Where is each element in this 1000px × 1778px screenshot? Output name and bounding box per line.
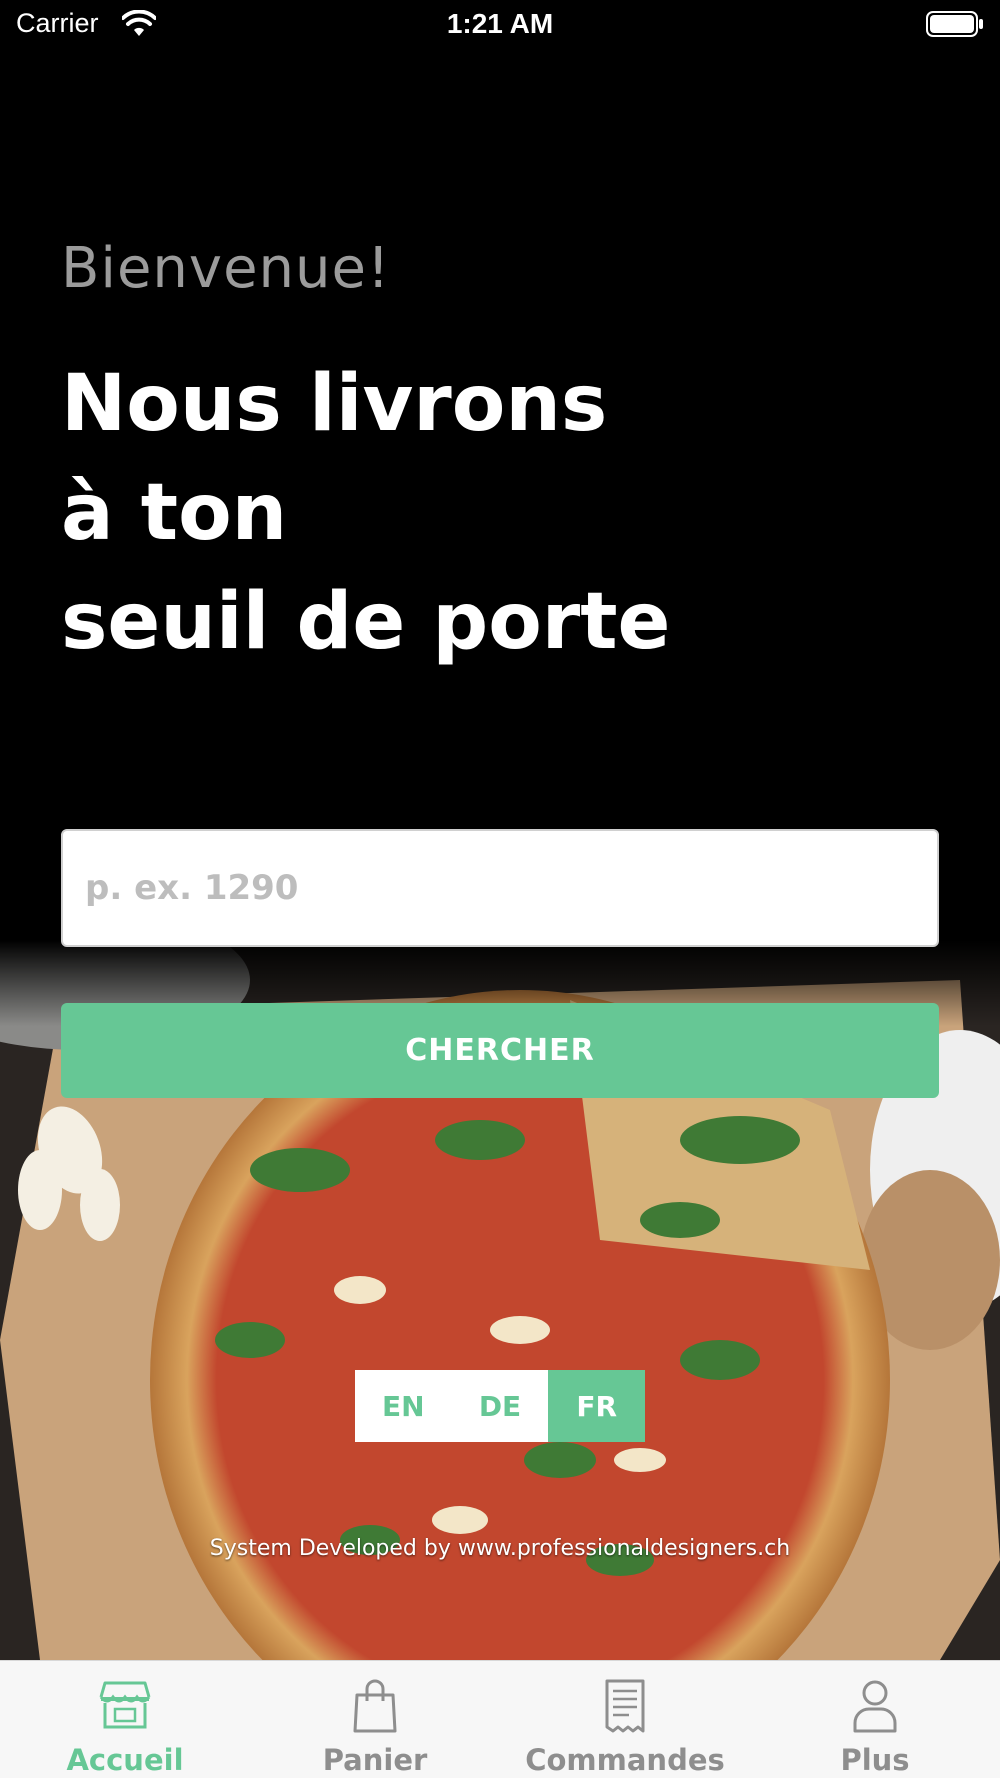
clock: 1:21 AM [446,8,554,39]
store-icon [99,1681,151,1729]
tab-commandes[interactable]: Commandes [500,1661,750,1778]
headline-line: à ton [61,468,288,558]
receipt-icon [605,1679,645,1733]
tab-label: Commandes [525,1743,725,1777]
tab-panier[interactable]: Panier [250,1661,500,1778]
shopping-bag-icon [353,1679,397,1733]
developer-credit: System Developed by www.professionaldesi… [209,1536,791,1561]
person-icon [853,1680,897,1733]
postal-code-input[interactable] [61,829,939,947]
headline-line: seuil de porte [61,577,671,667]
language-option-fr[interactable]: FR [548,1370,646,1442]
tab-accueil[interactable]: Accueil [0,1661,250,1778]
tab-label: Plus [840,1743,910,1777]
home-screen: Carrier 1:21 AM Bienvenue! Nous livrons … [0,0,1000,1778]
language-option-de[interactable]: DE [452,1370,549,1442]
battery-icon [926,11,983,37]
language-switcher: EN DE FR [355,1370,646,1442]
tab-label: Accueil [66,1743,184,1777]
status-bar: Carrier 1:21 AM [0,0,1000,52]
headline-line: Nous livrons [61,359,608,449]
tab-bar: Accueil Panier Commandes Plus [0,1660,1000,1778]
language-option-en[interactable]: EN [355,1370,452,1442]
search-button[interactable]: CHERCHER [61,1003,939,1098]
tab-plus[interactable]: Plus [750,1661,1000,1778]
headline: Nous livrons à ton seuil de porte [61,350,941,677]
welcome-text: Bienvenue! [61,236,391,301]
tab-label: Panier [322,1743,428,1777]
